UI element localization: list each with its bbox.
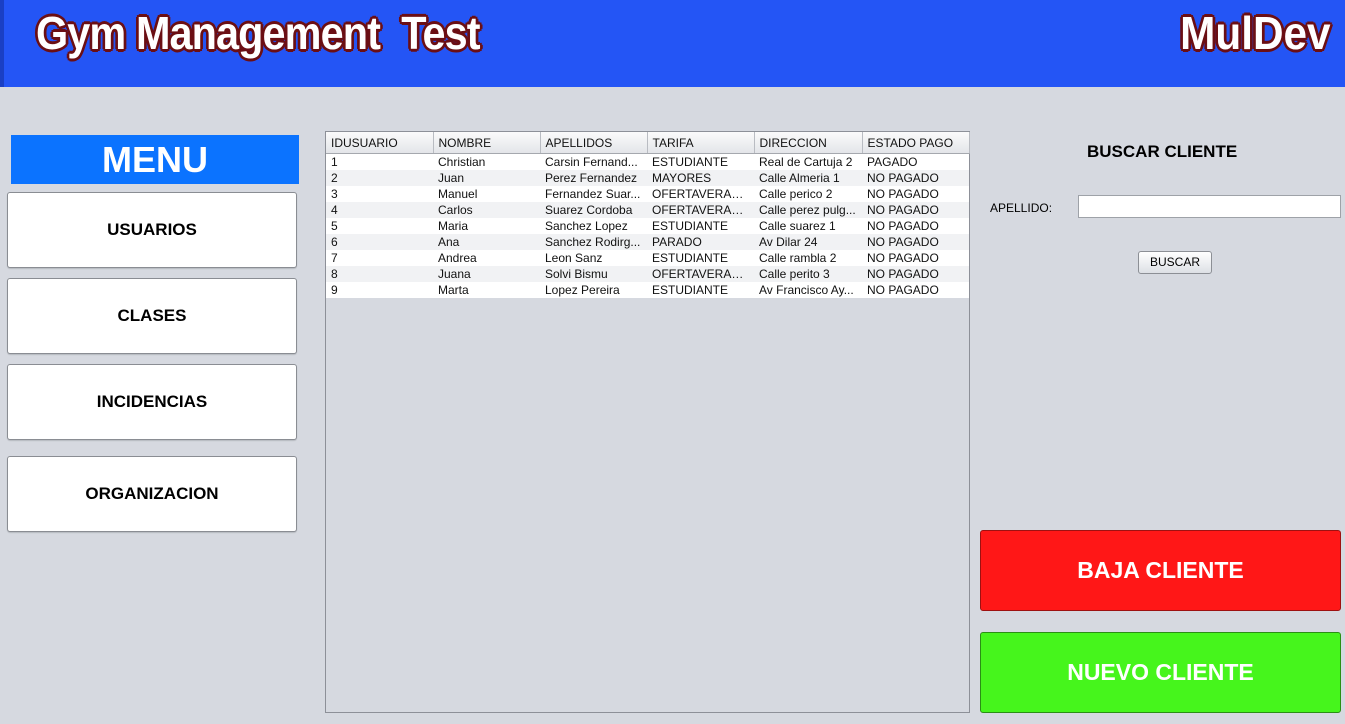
table-row[interactable]: 5 Maria Sanchez Lopez ESTUDIANTE Calle suare… [326, 218, 969, 234]
table-cell[interactable]: NO PAGADO [862, 170, 969, 186]
table-cell[interactable]: PAGADO [862, 153, 969, 170]
table-cell[interactable]: 9 [326, 282, 433, 298]
table-cell[interactable]: Calle perito 3 [754, 266, 862, 282]
table-cell[interactable]: Real de Cartuja 2 [754, 153, 862, 170]
table-row[interactable]: 4 Carlos Suarez Cordoba OFERTAVERANO Calle p… [326, 202, 969, 218]
buscar-button[interactable]: BUSCAR [1138, 251, 1212, 274]
table-cell[interactable]: 5 [326, 218, 433, 234]
brand-logo-text: MulDev [1180, 7, 1331, 59]
clients-table-scrollpane[interactable]: IDUSUARIO NOMBRE APELLIDOS TARIFA DIRECCION E… [325, 131, 970, 713]
table-row[interactable]: 1 Christian Carsin Fernand... ESTUDIANTE Rea… [326, 153, 969, 170]
table-cell[interactable]: OFERTAVERANO [647, 186, 754, 202]
table-row[interactable]: 3 Manuel Fernandez Suar... OFERTAVERANO Call… [326, 186, 969, 202]
table-cell[interactable]: ESTUDIANTE [647, 282, 754, 298]
nuevo-cliente-button[interactable]: NUEVO CLIENTE [980, 632, 1341, 713]
table-cell[interactable]: Calle rambla 2 [754, 250, 862, 266]
column-header[interactable]: ESTADO PAGO [862, 132, 970, 154]
apellido-label: APELLIDO: [990, 201, 1053, 215]
table-row[interactable]: 7 Andrea Leon Sanz ESTUDIANTE Calle rambla 2… [326, 250, 969, 266]
table-cell[interactable]: Perez Fernandez [540, 170, 647, 186]
menu-item-clases[interactable]: CLASES [7, 278, 297, 354]
table-cell[interactable]: OFERTAVERANO [647, 202, 754, 218]
table-row[interactable]: 6 Ana Sanchez Rodirg... PARADO Av Dilar 24 NO… [326, 234, 969, 250]
table-row[interactable]: 2 Juan Perez Fernandez MAYORES Calle Almeria… [326, 170, 969, 186]
table-cell[interactable]: ESTUDIANTE [647, 250, 754, 266]
table-cell[interactable]: Marta [433, 282, 540, 298]
table-cell[interactable]: Juana [433, 266, 540, 282]
table-cell[interactable]: Fernandez Suar... [540, 186, 647, 202]
table-cell[interactable]: Sanchez Rodirg... [540, 234, 647, 250]
menu-item-incidencias[interactable]: INCIDENCIAS [7, 364, 297, 440]
table-cell[interactable]: MAYORES [647, 170, 754, 186]
table-cell[interactable]: NO PAGADO [862, 266, 969, 282]
table-cell[interactable]: 2 [326, 170, 433, 186]
table-cell[interactable]: NO PAGADO [862, 202, 969, 218]
table-cell[interactable]: 4 [326, 202, 433, 218]
table-cell[interactable]: 6 [326, 234, 433, 250]
table-cell[interactable]: Leon Sanz [540, 250, 647, 266]
table-cell[interactable]: Christian [433, 153, 540, 170]
apellido-input[interactable] [1078, 195, 1341, 218]
table-cell[interactable]: NO PAGADO [862, 234, 969, 250]
table-cell[interactable]: 1 [326, 153, 433, 170]
column-header[interactable]: NOMBRE [433, 132, 541, 154]
app-title: Gym Management Test [36, 7, 481, 59]
table-cell[interactable]: Calle suarez 1 [754, 218, 862, 234]
table-cell[interactable]: Sanchez Lopez [540, 218, 647, 234]
table-cell[interactable]: Solvi Bismu [540, 266, 647, 282]
table-cell[interactable]: Calle perez pulg... [754, 202, 862, 218]
baja-cliente-button[interactable]: BAJA CLIENTE [980, 530, 1341, 611]
table-cell[interactable]: Carlos [433, 202, 540, 218]
table-cell[interactable]: Av Francisco Ay... [754, 282, 862, 298]
column-header[interactable]: IDUSUARIO [326, 132, 434, 154]
menu-item-usuarios[interactable]: USUARIOS [7, 192, 297, 268]
table-cell[interactable]: Manuel [433, 186, 540, 202]
table-row[interactable]: 9 Marta Lopez Pereira ESTUDIANTE Av Francisc… [326, 282, 969, 298]
table-row[interactable]: 8 Juana Solvi Bismu OFERTAVERANO Calle perit… [326, 266, 969, 282]
clients-table[interactable]: IDUSUARIO NOMBRE APELLIDOS TARIFA DIRECCION E… [326, 132, 970, 298]
table-cell[interactable]: Suarez Cordoba [540, 202, 647, 218]
table-cell[interactable]: 8 [326, 266, 433, 282]
table-cell[interactable]: 7 [326, 250, 433, 266]
table-cell[interactable]: Carsin Fernand... [540, 153, 647, 170]
table-cell[interactable]: NO PAGADO [862, 282, 969, 298]
table-header-row: IDUSUARIO NOMBRE APELLIDOS TARIFA DIRECCION E… [326, 132, 970, 154]
table-cell[interactable]: Av Dilar 24 [754, 234, 862, 250]
column-header[interactable]: DIRECCION [754, 132, 863, 154]
table-cell[interactable]: Juan [433, 170, 540, 186]
search-title: BUSCAR CLIENTE [1087, 142, 1238, 161]
app-header: Gym Management Test MulDev [0, 0, 1345, 87]
table-cell[interactable]: Ana [433, 234, 540, 250]
menu-title: MENU [11, 135, 299, 184]
table-cell[interactable]: OFERTAVERANO [647, 266, 754, 282]
table-cell[interactable]: Lopez Pereira [540, 282, 647, 298]
table-cell[interactable]: ESTUDIANTE [647, 218, 754, 234]
table-cell[interactable]: Andrea [433, 250, 540, 266]
column-header[interactable]: APELLIDOS [540, 132, 648, 154]
table-cell[interactable]: Calle Almeria 1 [754, 170, 862, 186]
table-cell[interactable]: Calle perico 2 [754, 186, 862, 202]
table-cell[interactable]: PARADO [647, 234, 754, 250]
table-cell[interactable]: ESTUDIANTE [647, 153, 754, 170]
table-cell[interactable]: Maria [433, 218, 540, 234]
table-cell[interactable]: 3 [326, 186, 433, 202]
table-cell[interactable]: NO PAGADO [862, 250, 969, 266]
table-cell[interactable]: NO PAGADO [862, 218, 969, 234]
menu-item-organizacion[interactable]: ORGANIZACION [7, 456, 297, 532]
column-header[interactable]: TARIFA [647, 132, 755, 154]
table-cell[interactable]: NO PAGADO [862, 186, 969, 202]
